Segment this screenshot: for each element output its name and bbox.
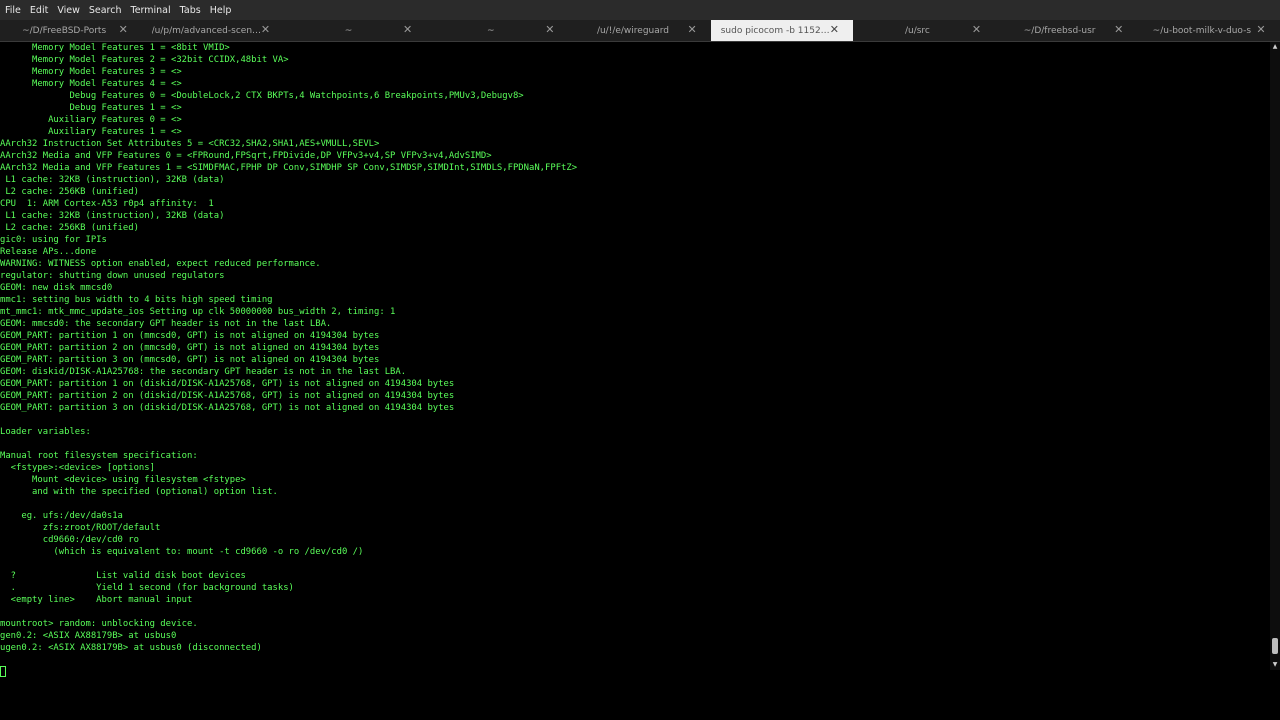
close-icon[interactable]: ✕ — [828, 24, 840, 36]
terminal-line: <empty line> Abort manual input — [0, 595, 193, 605]
terminal-line: Memory Model Features 1 = <8bit VMID> — [0, 43, 230, 53]
tab-u-boot-milk-v-duo[interactable]: ~/u-boot-milk-v-duo-s ✕ — [1138, 20, 1280, 41]
tab-picocom[interactable]: sudo picocom -b 1152… ✕ — [711, 20, 854, 41]
terminal-line: GEOM_PART: partition 2 on (diskid/DISK-A… — [0, 391, 455, 401]
terminal-line: GEOM_PART: partition 2 on (mmcsd0, GPT) … — [0, 343, 380, 353]
tab-title: ~ — [344, 25, 353, 36]
terminal-line: Release APs...done — [0, 247, 97, 257]
terminal-line: WARNING: WITNESS option enabled, expect … — [0, 259, 321, 269]
menu-file[interactable]: File — [1, 5, 25, 16]
close-icon[interactable]: ✕ — [544, 24, 556, 36]
terminal-line: . Yield 1 second (for background tasks) — [0, 583, 294, 593]
tab-title: ~/D/freebsd-usr — [1023, 25, 1096, 36]
tab-src[interactable]: /u/src ✕ — [853, 20, 995, 41]
terminal-line: L1 cache: 32KB (instruction), 32KB (data… — [0, 211, 225, 221]
terminal-line: mmc1: setting bus width to 4 bits high s… — [0, 295, 273, 305]
menu-terminal[interactable]: Terminal — [127, 5, 175, 16]
menu-bar: File Edit View Search Terminal Tabs Help — [0, 0, 1280, 20]
tab-freebsd-ports[interactable]: ~/D/FreeBSD-Ports ✕ — [0, 20, 142, 41]
terminal-line: AArch32 Media and VFP Features 0 = <FPRo… — [0, 151, 492, 161]
terminal-line: GEOM: mmcsd0: the secondary GPT header i… — [0, 319, 332, 329]
close-icon[interactable]: ✕ — [402, 24, 414, 36]
tab-title: /u/src — [904, 25, 930, 36]
terminal-line: Auxiliary Features 1 = <> — [0, 127, 182, 137]
terminal-line: Mount <device> using filesystem <fstype> — [0, 475, 246, 485]
terminal-line: AArch32 Instruction Set Attributes 5 = <… — [0, 139, 380, 149]
tab-title: ~/u-boot-milk-v-duo-s — [1152, 25, 1252, 36]
close-icon[interactable]: ✕ — [259, 24, 271, 36]
close-icon[interactable]: ✕ — [117, 24, 129, 36]
terminal-line: GEOM_PART: partition 1 on (diskid/DISK-A… — [0, 379, 455, 389]
terminal-line: eg. ufs:/dev/da0s1a — [0, 511, 123, 521]
terminal-line: mt_mmc1: mtk_mmc_update_ios Setting up c… — [0, 307, 396, 317]
terminal-line: GEOM: new disk mmcsd0 — [0, 283, 113, 293]
terminal-line: Debug Features 1 = <> — [0, 103, 182, 113]
terminal-line: Memory Model Features 3 = <> — [0, 67, 182, 77]
tab-wireguard[interactable]: /u/!/e/wireguard ✕ — [569, 20, 711, 41]
tab-title: /u/!/e/wireguard — [596, 25, 670, 36]
terminal-line: <fstype>:<device> [options] — [0, 463, 155, 473]
terminal-output[interactable]: Memory Model Features 1 = <8bit VMID> Me… — [0, 42, 1270, 720]
tab-title: ~ — [486, 25, 495, 36]
menu-view[interactable]: View — [53, 5, 84, 16]
terminal-line: L1 cache: 32KB (instruction), 32KB (data… — [0, 175, 225, 185]
menu-search[interactable]: Search — [85, 5, 126, 16]
terminal-line: Auxiliary Features 0 = <> — [0, 115, 182, 125]
terminal-line: ? List valid disk boot devices — [0, 571, 246, 581]
arrow-up-icon[interactable]: ▲ — [1271, 43, 1279, 51]
tab-home-1[interactable]: ~ ✕ — [284, 20, 426, 41]
terminal-line: GEOM: diskid/DISK-A1A25768: the secondar… — [0, 367, 407, 377]
tab-title: sudo picocom -b 1152… — [720, 25, 830, 36]
terminal-line: GEOM_PART: partition 1 on (mmcsd0, GPT) … — [0, 331, 380, 341]
terminal-line: GEOM_PART: partition 3 on (mmcsd0, GPT) … — [0, 355, 380, 365]
terminal-line: ugen0.2: <ASIX AX88179B> at usbus0 (disc… — [0, 643, 262, 653]
scrollbar-thumb[interactable] — [1272, 638, 1278, 654]
terminal-line: L2 cache: 256KB (unified) — [0, 187, 139, 197]
vertical-scrollbar[interactable]: ▲ ▼ — [1270, 42, 1280, 670]
terminal-line: Memory Model Features 2 = <32bit CCIDX,4… — [0, 55, 289, 65]
close-icon[interactable]: ✕ — [686, 24, 698, 36]
text-cursor — [0, 666, 6, 677]
terminal-line: mountroot> random: unblocking device. — [0, 619, 198, 629]
terminal-line: Debug Features 0 = <DoubleLock,2 CTX BKP… — [0, 91, 524, 101]
terminal-line: gic0: using for IPIs — [0, 235, 107, 245]
menu-tabs[interactable]: Tabs — [176, 5, 205, 16]
terminal-line: and with the specified (optional) option… — [0, 487, 278, 497]
terminal-line: Loader variables: — [0, 427, 91, 437]
tab-title: /u/p/m/advanced-scen… — [151, 25, 262, 36]
terminal-line: L2 cache: 256KB (unified) — [0, 223, 139, 233]
menu-edit[interactable]: Edit — [26, 5, 52, 16]
menu-help[interactable]: Help — [206, 5, 236, 16]
terminal-line: AArch32 Media and VFP Features 1 = <SIMD… — [0, 163, 578, 173]
terminal-line: regulator: shutting down unused regulato… — [0, 271, 225, 281]
tab-bar: ~/D/FreeBSD-Ports ✕ /u/p/m/advanced-scen… — [0, 20, 1280, 42]
close-icon[interactable]: ✕ — [1113, 24, 1125, 36]
cursor-line — [0, 666, 1270, 678]
terminal-line: CPU 1: ARM Cortex-A53 r0p4 affinity: 1 — [0, 199, 214, 209]
terminal-line: (which is equivalent to: mount -t cd9660… — [0, 547, 364, 557]
tab-freebsd-usr[interactable]: ~/D/freebsd-usr ✕ — [996, 20, 1138, 41]
terminal-line: zfs:zroot/ROOT/default — [0, 523, 161, 533]
close-icon[interactable]: ✕ — [1255, 24, 1267, 36]
terminal-line: Manual root filesystem specification: — [0, 451, 198, 461]
tab-advanced-scen[interactable]: /u/p/m/advanced-scen… ✕ — [142, 20, 284, 41]
arrow-down-icon[interactable]: ▼ — [1271, 661, 1279, 669]
terminal-line: GEOM_PART: partition 3 on (diskid/DISK-A… — [0, 403, 455, 413]
terminal-line: gen0.2: <ASIX AX88179B> at usbus0 — [0, 631, 177, 641]
tab-title: ~/D/FreeBSD-Ports — [22, 25, 107, 36]
terminal-line: cd9660:/dev/cd0 ro — [0, 535, 139, 545]
terminal-line: Memory Model Features 4 = <> — [0, 79, 182, 89]
tab-home-2[interactable]: ~ ✕ — [427, 20, 569, 41]
close-icon[interactable]: ✕ — [971, 24, 983, 36]
